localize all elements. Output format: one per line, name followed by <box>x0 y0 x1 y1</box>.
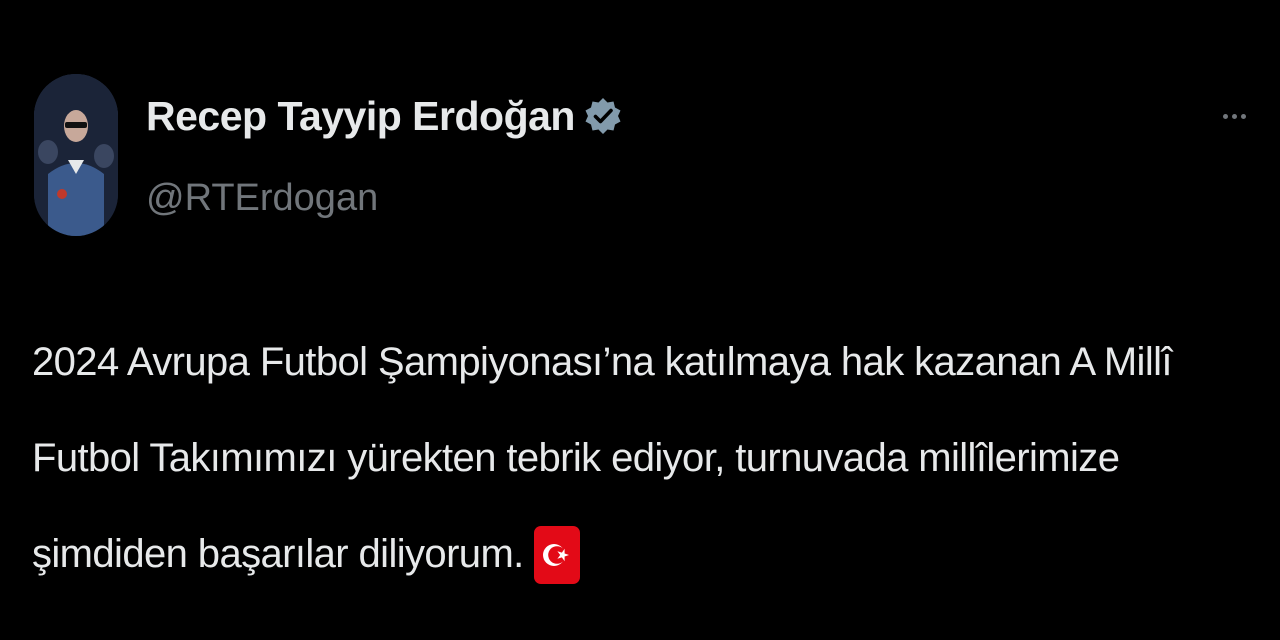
more-options-icon <box>1222 113 1228 119</box>
turkey-flag-emoji-icon <box>533 523 580 585</box>
name-row: Recep Tayyip Erdoğan <box>146 86 623 146</box>
tweet-card: Recep Tayyip Erdoğan @RTErdogan 2024 Avr… <box>0 0 1280 640</box>
tweet-text-line: şimdiden başarılar diliyorum. <box>32 506 1192 602</box>
more-options-button[interactable] <box>1214 98 1254 134</box>
tweet-header: Recep Tayyip Erdoğan @RTErdogan <box>146 86 623 224</box>
author-avatar[interactable] <box>34 74 118 236</box>
tweet-text-line: Futbol Takımımızı yürekten tebrik ediyor… <box>32 436 1120 480</box>
tweet-text-line: 2024 Avrupa Futbol Şampiyonası’na katılm… <box>32 340 1173 384</box>
verified-badge-icon <box>583 96 623 136</box>
tweet-text-line-content: şimdiden başarılar diliyorum. <box>32 532 524 576</box>
author-display-name[interactable]: Recep Tayyip Erdoğan <box>146 86 575 146</box>
more-options-icon-dot <box>1231 113 1237 119</box>
more-options-icon-dot <box>1240 113 1246 119</box>
tweet-text: 2024 Avrupa Futbol Şampiyonası’na katılm… <box>32 314 1192 602</box>
author-handle[interactable]: @RTErdogan <box>146 172 623 224</box>
